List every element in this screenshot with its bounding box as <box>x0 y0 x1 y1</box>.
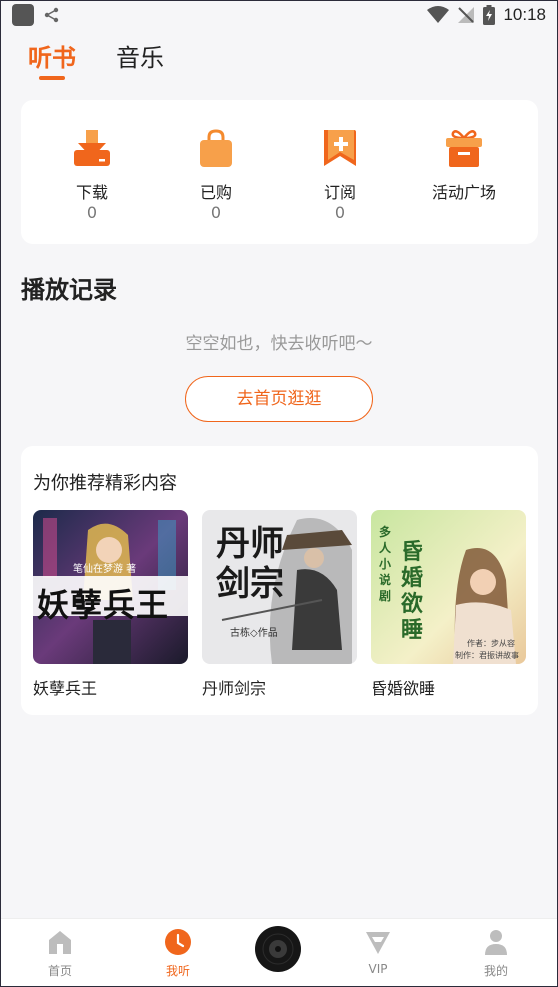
tab-audiobook[interactable]: 听书 <box>28 38 76 73</box>
app-notification-icon <box>12 4 34 26</box>
user-icon <box>485 930 507 955</box>
quick-item-subscribe[interactable]: 订阅 0 <box>280 100 400 244</box>
status-bar: 10:18 <box>0 0 558 30</box>
tab-music[interactable]: 音乐 <box>116 38 164 73</box>
bookmark-add-icon <box>324 130 356 166</box>
book-cover: 多人小说剧 昏婚欲睡 作者：步从容 制作：君振讲故事 <box>371 510 526 664</box>
book-cover: 丹师剑宗 古栋◇作品 <box>202 510 357 664</box>
go-home-button[interactable]: 去首页逛逛 <box>185 376 373 422</box>
wifi-icon <box>427 6 450 23</box>
cover-tag-text: 多人小说剧 <box>379 525 392 603</box>
home-icon <box>49 931 71 954</box>
quick-count: 0 <box>334 203 346 222</box>
book-card[interactable]: 妖孽兵王 笔仙在梦游 著 妖孽兵王 <box>33 510 188 699</box>
gift-icon <box>446 130 482 167</box>
active-tab-indicator <box>39 76 65 80</box>
cover-author-text: 古栋◇作品 <box>230 628 278 639</box>
quick-item-purchased[interactable]: 已购 0 <box>156 100 276 244</box>
quick-count: 0 <box>86 203 98 222</box>
quick-item-download[interactable]: 下载 0 <box>32 100 152 244</box>
cover-title-text: 妖孽兵王 <box>37 586 170 624</box>
shopping-bag-icon <box>200 129 232 167</box>
clock-icon <box>165 929 191 955</box>
book-cover: 妖孽兵王 笔仙在梦游 著 <box>33 510 188 664</box>
book-name: 妖孽兵王 <box>33 679 98 698</box>
top-tabs: 听书 音乐 <box>0 38 558 88</box>
status-time: 10:18 <box>503 5 546 24</box>
quick-item-activity[interactable]: 活动广场 <box>404 100 524 244</box>
nav-label: 我的 <box>483 964 508 978</box>
disc-icon <box>256 927 300 971</box>
play-disc-button[interactable] <box>255 926 301 972</box>
share-icon <box>44 7 59 23</box>
quick-label: 订阅 <box>323 183 356 202</box>
book-card[interactable]: 丹师剑宗 古栋◇作品 丹师剑宗 <box>202 510 357 699</box>
empty-history-text: 空空如也，快去收听吧～ <box>185 334 373 354</box>
nav-label: 首页 <box>47 964 72 978</box>
recommend-card: 为你推荐精彩内容 妖孽兵王 笔仙在梦游 著 妖孽兵王 丹师剑宗 古栋◇作品 丹师… <box>21 446 538 715</box>
nav-label: 我听 <box>165 964 190 978</box>
book-name: 丹师剑宗 <box>202 679 267 698</box>
cover-author-text: 作者：步从容 <box>467 639 515 648</box>
nav-listening[interactable]: 我听 <box>138 919 218 987</box>
cover-author-text: 笔仙在梦游 著 <box>73 564 137 575</box>
cover-producer-text: 制作：君振讲故事 <box>455 651 519 660</box>
no-signal-icon <box>458 7 475 23</box>
nav-home[interactable]: 首页 <box>20 919 100 987</box>
nav-profile[interactable]: 我的 <box>456 919 536 987</box>
recommend-title: 为你推荐精彩内容 <box>33 473 177 494</box>
cover-title-text: 昏婚欲睡 <box>401 540 424 643</box>
cover-title-text: 丹师剑宗 <box>216 524 284 604</box>
nav-vip[interactable]: VIP <box>338 919 418 987</box>
vip-icon <box>366 932 390 954</box>
book-name: 昏婚欲睡 <box>371 679 436 698</box>
quick-label: 活动广场 <box>431 183 496 202</box>
book-card[interactable]: 多人小说剧 昏婚欲睡 作者：步从容 制作：君振讲故事 昏婚欲睡 <box>371 510 526 699</box>
download-icon <box>74 130 110 166</box>
quick-actions-card: 下载 0 已购 0 订阅 0 活动广场 <box>21 100 538 244</box>
nav-label: VIP <box>368 962 388 976</box>
status-left <box>12 4 60 26</box>
quick-count: 0 <box>210 203 222 222</box>
status-right: 10:18 <box>427 5 546 25</box>
battery-icon <box>483 5 496 25</box>
quick-label: 已购 <box>199 183 232 202</box>
history-title: 播放记录 <box>21 276 117 304</box>
quick-label: 下载 <box>75 183 108 202</box>
